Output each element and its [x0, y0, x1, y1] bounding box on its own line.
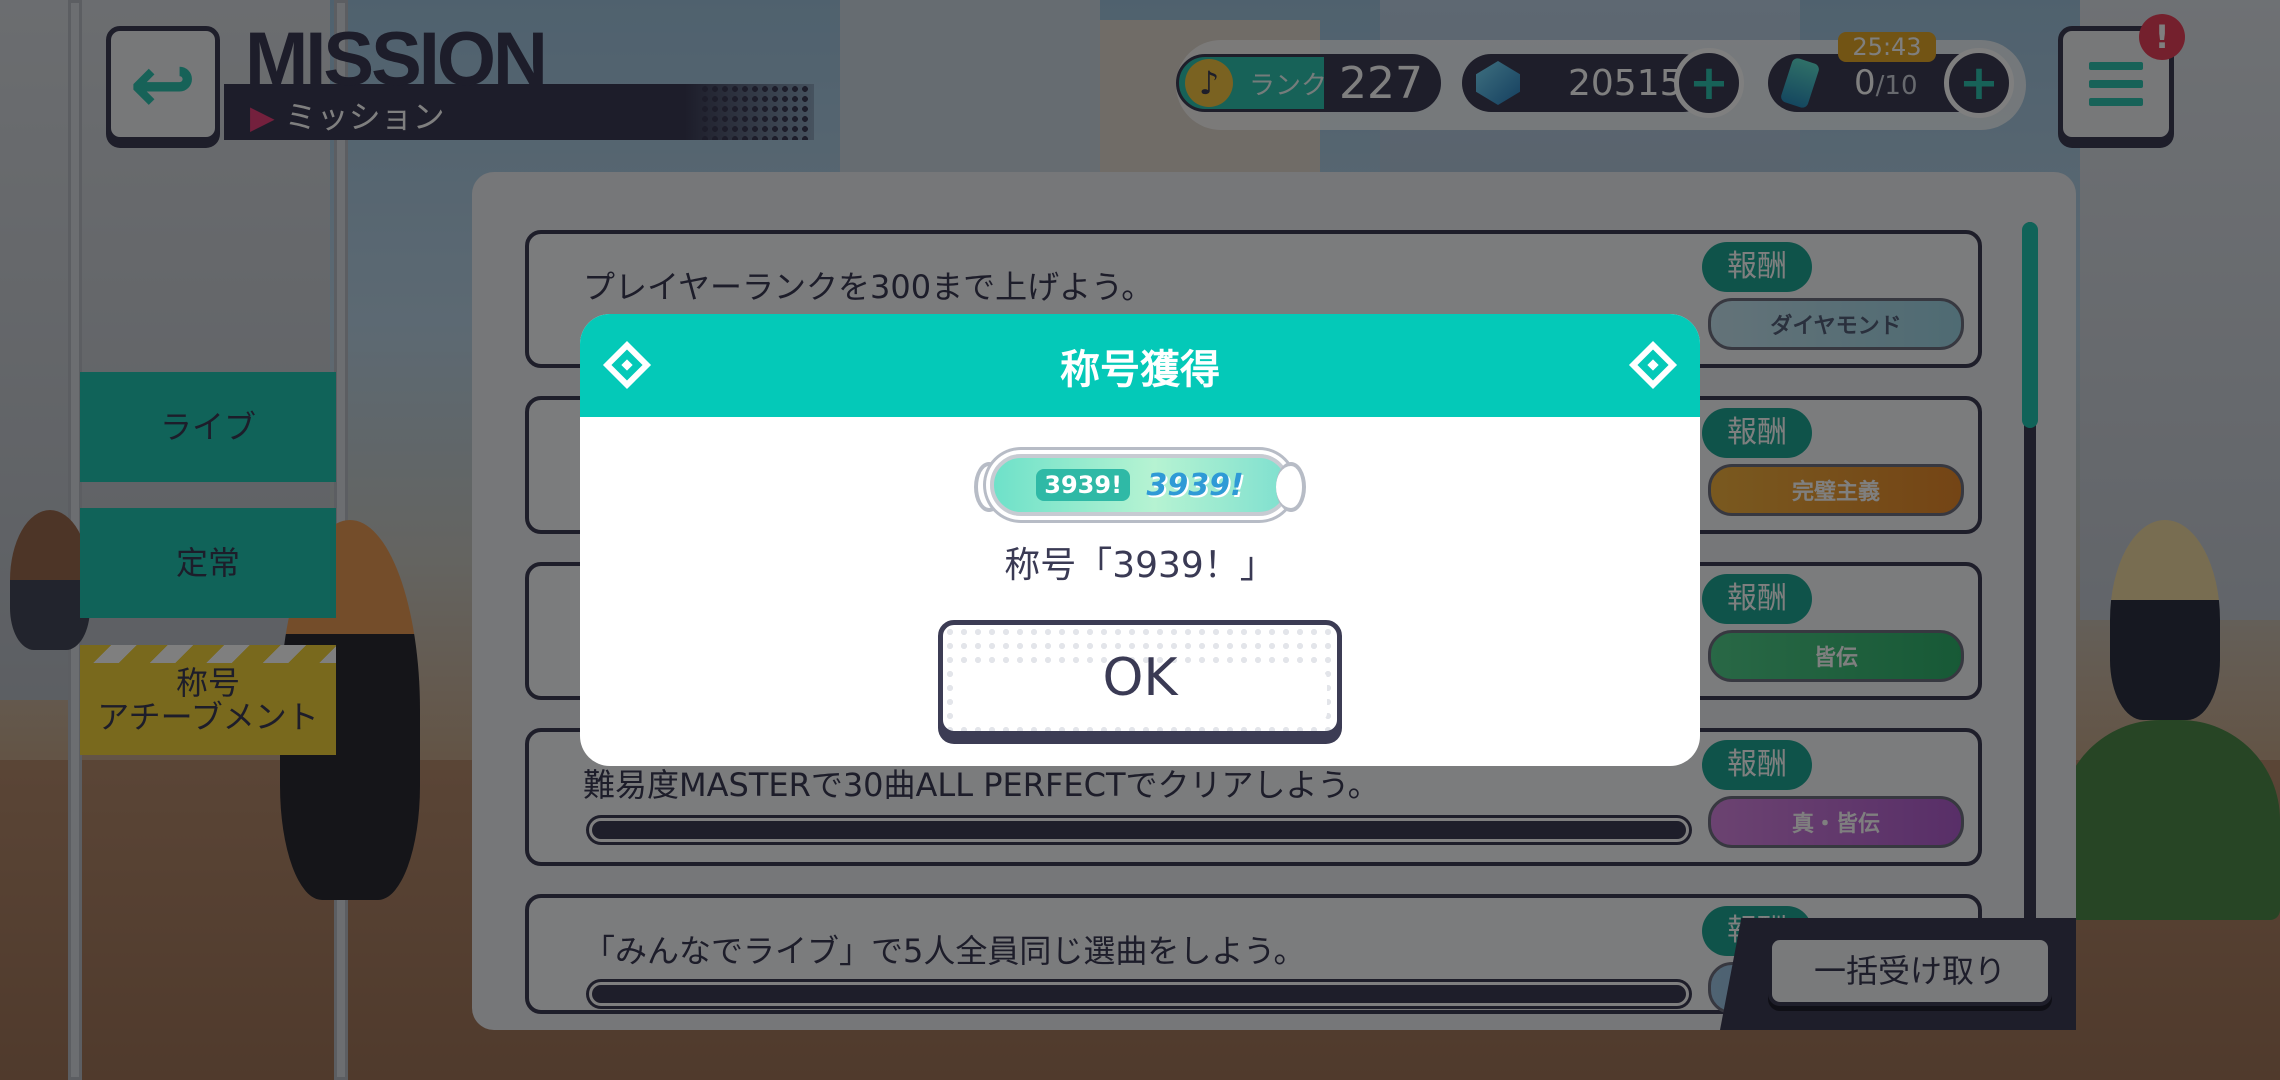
dialog-title: 称号獲得	[1060, 346, 1220, 393]
title-badge-text-left: 3939!	[1036, 469, 1131, 501]
ok-button[interactable]: OK	[938, 620, 1342, 736]
laurel-icon	[1276, 462, 1306, 512]
title-badge-text-right: 3939!	[1146, 467, 1244, 503]
ok-button-label: OK	[1102, 648, 1178, 708]
diamond-icon	[602, 340, 652, 390]
dialog-header: 称号獲得	[580, 314, 1700, 417]
title-badge: 3939! 3939!	[990, 454, 1290, 516]
title-acquired-dialog: 称号獲得 3939! 3939! 称号「3939！」 OK	[580, 314, 1700, 766]
diamond-icon	[1628, 340, 1678, 390]
dialog-message: 称号「3939！」	[1004, 545, 1276, 586]
